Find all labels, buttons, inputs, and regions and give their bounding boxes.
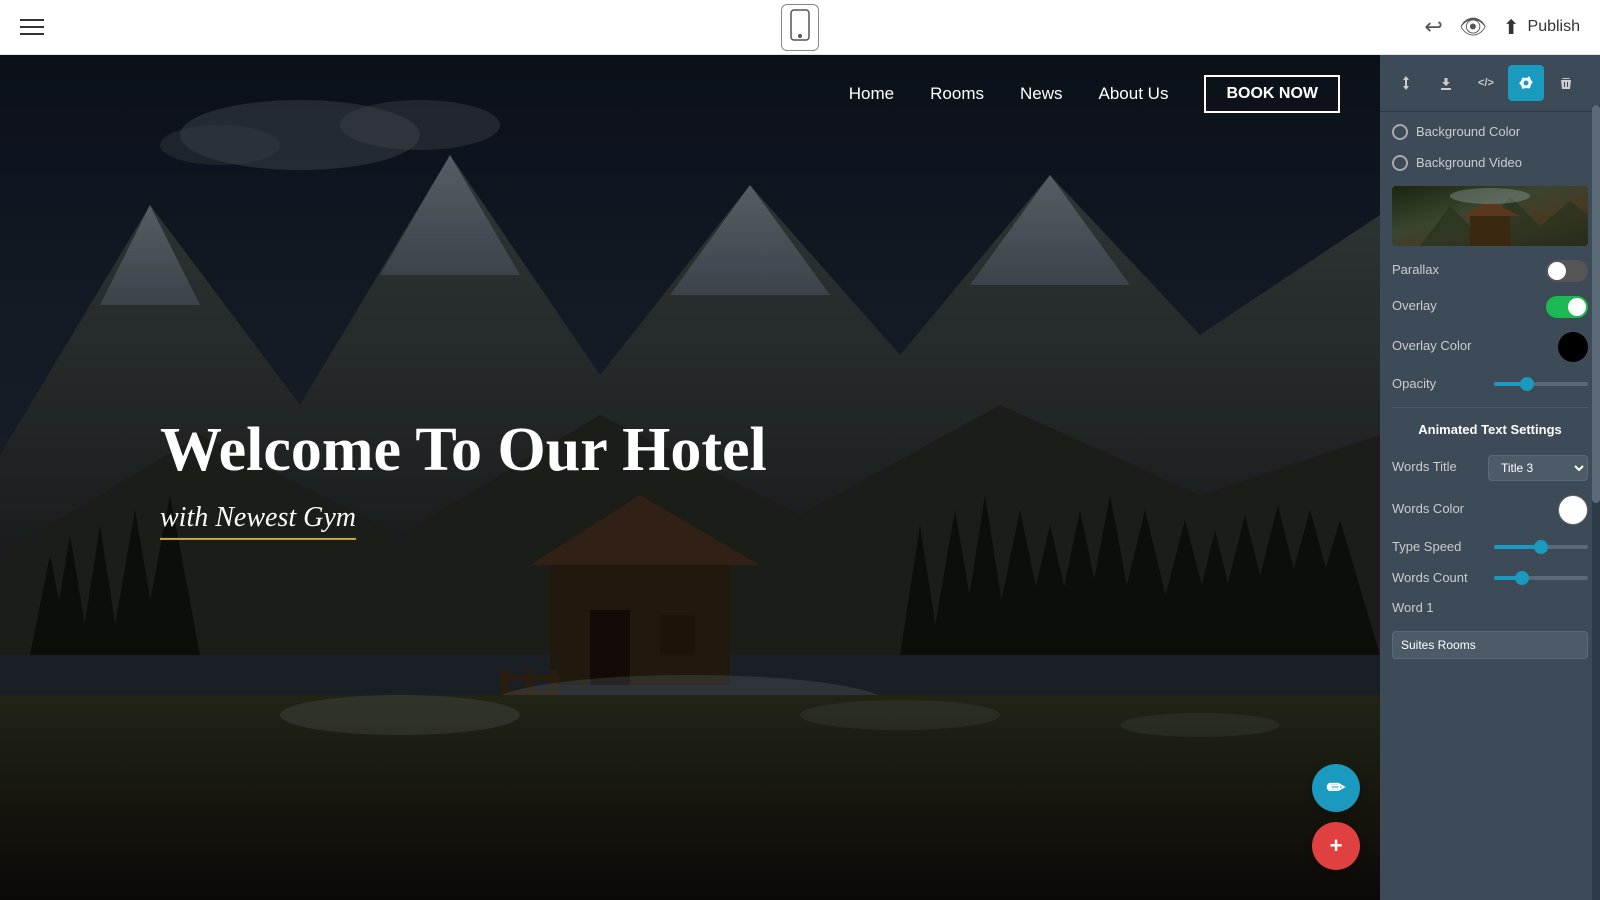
overlay-label: Overlay [1392, 298, 1538, 315]
edit-icon: ✏ [1327, 775, 1345, 801]
nav-news[interactable]: News [1020, 84, 1063, 104]
background-image-thumbnail[interactable] [1392, 186, 1588, 246]
undo-button[interactable]: ↩ [1424, 14, 1442, 40]
download-button[interactable] [1428, 65, 1464, 101]
hero-subtitle: with Newest Gym [160, 502, 356, 540]
background-color-row: Background Color [1392, 124, 1588, 141]
panel-settings-content: Background Color Background Video [1380, 112, 1600, 900]
overlay-slider [1546, 296, 1588, 318]
type-speed-label: Type Speed [1392, 539, 1486, 556]
word1-label: Word 1 [1392, 600, 1588, 617]
background-video-radio[interactable] [1392, 155, 1408, 171]
words-color-swatch[interactable] [1558, 495, 1588, 525]
background-color-radio[interactable] [1392, 124, 1408, 140]
toolbar-left [20, 19, 44, 35]
words-title-label: Words Title [1392, 459, 1480, 476]
toolbar: ↩ 👁 ⬆ Publish [0, 0, 1600, 55]
type-speed-slider[interactable] [1494, 545, 1588, 549]
move-updown-button[interactable] [1388, 65, 1424, 101]
parallax-label: Parallax [1392, 262, 1538, 279]
edit-fab-button[interactable]: ✏ [1312, 764, 1360, 812]
background-color-label: Background Color [1416, 124, 1588, 141]
nav-rooms[interactable]: Rooms [930, 84, 984, 104]
opacity-label: Opacity [1392, 376, 1486, 393]
phone-view-button[interactable] [781, 4, 819, 51]
overlay-knob [1568, 298, 1586, 316]
overlay-color-swatch[interactable] [1558, 332, 1588, 362]
words-count-row: Words Count [1392, 570, 1588, 587]
hero-content: Welcome To Our Hotel with Newest Gym [160, 415, 767, 539]
preview-button[interactable]: 👁 [1459, 14, 1487, 40]
background-video-row: Background Video [1392, 155, 1588, 172]
parallax-slider [1546, 260, 1588, 282]
publish-label: Publish [1528, 18, 1580, 36]
toolbar-right: ↩ 👁 ⬆ Publish [1424, 14, 1580, 40]
fab-container: ✏ + [1312, 764, 1360, 870]
words-count-slider[interactable] [1494, 576, 1588, 580]
add-fab-button[interactable]: + [1312, 822, 1360, 870]
overlay-toggle[interactable] [1546, 296, 1588, 318]
words-title-row: Words Title Title 1 Title 2 Title 3 Titl… [1392, 455, 1588, 481]
add-icon: + [1330, 833, 1343, 859]
type-speed-row: Type Speed [1392, 539, 1588, 556]
nav-about[interactable]: About Us [1099, 84, 1169, 104]
words-color-row: Words Color [1392, 495, 1588, 525]
toolbar-center [781, 4, 819, 51]
nav-book-now[interactable]: BOOK NOW [1204, 75, 1340, 113]
upload-icon: ⬆ [1503, 15, 1520, 40]
canvas: Home Rooms News About Us BOOK NOW Welcom… [0, 55, 1380, 900]
words-title-select[interactable]: Title 1 Title 2 Title 3 Title 4 [1488, 455, 1588, 481]
hero-title: Welcome To Our Hotel [160, 415, 767, 483]
parallax-toggle[interactable] [1546, 260, 1588, 282]
scroll-thumb[interactable] [1592, 105, 1600, 503]
parallax-knob [1548, 262, 1566, 280]
publish-button[interactable]: ⬆ Publish [1503, 15, 1580, 40]
words-color-label: Words Color [1392, 501, 1550, 518]
word1-label-row: Word 1 [1392, 600, 1588, 617]
opacity-row: Opacity [1392, 376, 1588, 393]
words-count-thumb[interactable] [1515, 571, 1529, 585]
scroll-track [1592, 105, 1600, 900]
words-count-label: Words Count [1392, 570, 1486, 587]
separator-1 [1392, 407, 1588, 408]
code-button[interactable]: </> [1468, 65, 1504, 101]
overlay-color-row: Overlay Color [1392, 332, 1588, 362]
overlay-color-label: Overlay Color [1392, 338, 1550, 355]
word1-input[interactable] [1392, 631, 1588, 659]
hamburger-menu-button[interactable] [20, 19, 44, 35]
main-area: Home Rooms News About Us BOOK NOW Welcom… [0, 55, 1600, 900]
opacity-thumb[interactable] [1520, 377, 1534, 391]
canvas-navigation: Home Rooms News About Us BOOK NOW [0, 55, 1380, 133]
parallax-row: Parallax [1392, 260, 1588, 282]
delete-button[interactable] [1548, 65, 1584, 101]
settings-button[interactable] [1508, 65, 1544, 101]
panel-icon-toolbar: </> [1380, 55, 1600, 112]
background-video-label: Background Video [1416, 155, 1588, 172]
nav-home[interactable]: Home [849, 84, 894, 104]
type-speed-thumb[interactable] [1534, 540, 1548, 554]
right-panel: </> Background Color Backgr [1380, 55, 1600, 900]
animated-text-header: Animated Text Settings [1392, 416, 1588, 443]
overlay-row: Overlay [1392, 296, 1588, 318]
opacity-slider[interactable] [1494, 382, 1588, 386]
